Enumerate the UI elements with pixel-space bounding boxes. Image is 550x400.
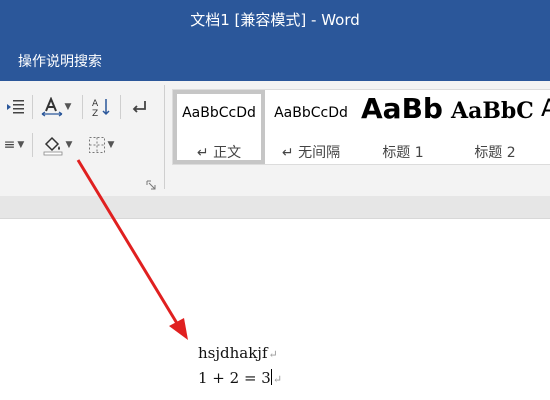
line-text: 1 + 2 = 3 (198, 369, 271, 387)
ribbon: ▼ A Z ≡ ▼ ▼ ▼ AaBbCcDd ↵ 正文 AaBbCcDd ↵ 无… (0, 81, 550, 197)
shading-button[interactable]: ▼ (38, 133, 76, 157)
style-heading-1[interactable]: AaBb 标题 1 (357, 90, 449, 164)
style-sample: AaBbCcDd (182, 105, 256, 121)
paragraph-mark: ↵ (272, 373, 283, 386)
style-name: 标题 1 (382, 145, 424, 161)
tell-me-search[interactable]: 操作说明搜索 (18, 51, 102, 71)
group-separator (164, 85, 165, 189)
style-heading-2[interactable]: AaBbC 标题 2 (449, 90, 541, 164)
ribbon-separator (32, 95, 33, 119)
sort-button[interactable]: A Z (88, 95, 114, 119)
style-sample: AaBb (361, 92, 443, 125)
document-line[interactable]: hsjdhakjf↵ (198, 344, 278, 362)
style-name: ↵ 无间隔 (281, 145, 341, 161)
ribbon-separator (120, 95, 121, 119)
borders-button[interactable]: ▼ (82, 133, 120, 157)
style-normal[interactable]: AaBbCcDd ↵ 正文 (173, 90, 265, 164)
show-marks-button[interactable] (126, 95, 152, 119)
ribbon-separator (32, 133, 33, 157)
style-sample: A (541, 94, 550, 122)
paragraph-mark: ↵ (268, 348, 278, 361)
sort-az-icon: A Z (92, 99, 110, 117)
style-sample: AaBbCcDd (274, 105, 348, 121)
align-icon: ≡ (3, 137, 16, 153)
svg-text:Z: Z (92, 109, 98, 117)
styles-gallery: AaBbCcDd ↵ 正文 AaBbCcDd ↵ 无间隔 AaBb 标题 1 A… (172, 89, 550, 165)
align-button[interactable]: ≡ ▼ (0, 133, 28, 157)
style-title[interactable]: A (539, 90, 550, 164)
style-sample: AaBbC (451, 98, 534, 124)
title-bar: 文档1 [兼容模式] - Word (0, 0, 550, 38)
character-spacing-button[interactable]: ▼ (38, 95, 74, 119)
borders-icon (88, 137, 105, 153)
increase-indent-button[interactable] (2, 95, 28, 119)
document-canvas[interactable]: hsjdhakjf↵ 1 + 2 = 3 ↵ (0, 219, 550, 400)
character-spacing-icon (41, 97, 62, 117)
window-title: 文档1 [兼容模式] - Word (190, 11, 360, 29)
tell-me-bar: 操作说明搜索 (0, 38, 550, 81)
style-name: ↵ 正文 (196, 145, 242, 161)
ruler-band (0, 196, 550, 219)
paint-bucket-shading-icon (43, 136, 62, 156)
line-text: hsjdhakjf (198, 344, 268, 362)
document-line[interactable]: 1 + 2 = 3 ↵ (198, 369, 282, 387)
style-no-spacing[interactable]: AaBbCcDd ↵ 无间隔 (265, 90, 357, 164)
paragraph-dialog-launcher[interactable] (145, 179, 157, 191)
text-cursor (270, 369, 272, 385)
increase-indent-icon (7, 100, 24, 114)
svg-text:A: A (92, 99, 99, 109)
dialog-launcher-icon (146, 180, 156, 190)
ribbon-separator (82, 95, 83, 119)
style-name: 标题 2 (474, 145, 516, 161)
show-formatting-marks-icon (132, 101, 146, 113)
